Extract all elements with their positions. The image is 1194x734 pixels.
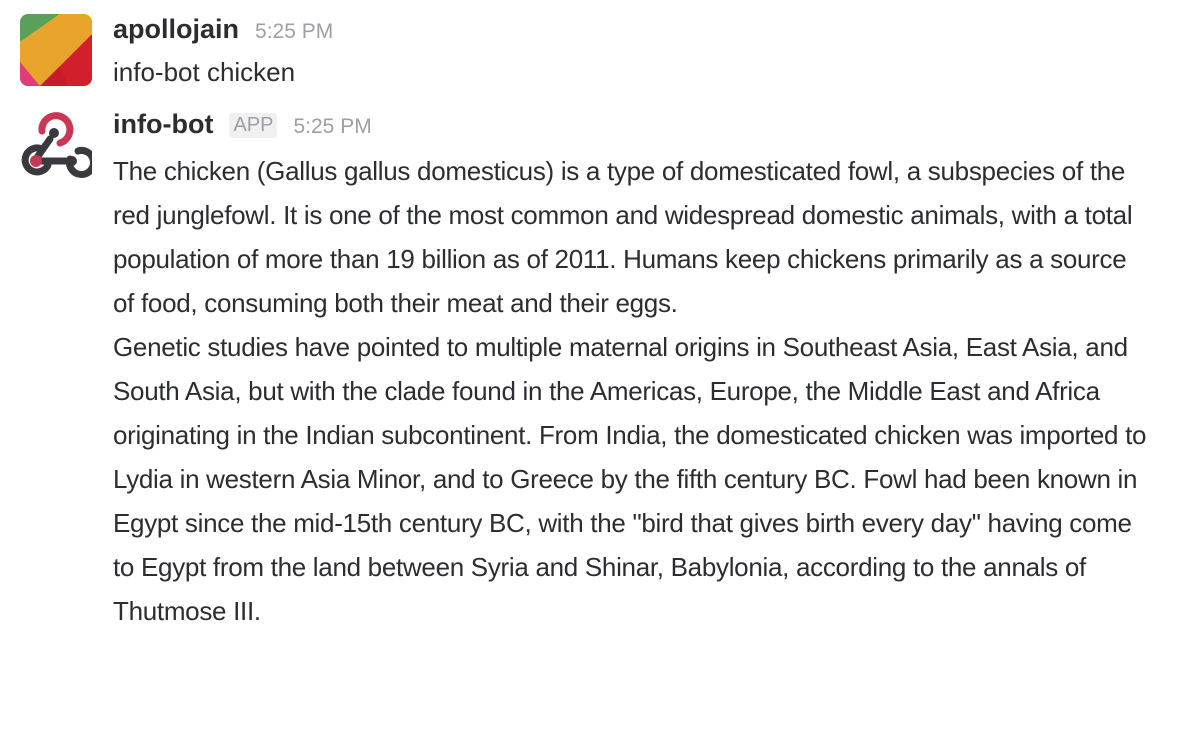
webhook-icon	[20, 109, 92, 181]
apollojain-avatar-icon	[20, 14, 92, 86]
message-body: info-bot APP 5:25 PM The chicken (Gallus…	[113, 109, 1154, 633]
app-badge: APP	[229, 113, 278, 138]
message-body: apollojain 5:25 PM info-bot chicken	[113, 14, 1154, 90]
user-avatar[interactable]	[20, 14, 92, 86]
message-header: info-bot APP 5:25 PM	[113, 109, 1154, 149]
message-paragraph: Genetic studies have pointed to multiple…	[113, 332, 1154, 626]
message-header: apollojain 5:25 PM	[113, 14, 1154, 54]
message-paragraph: The chicken (Gallus gallus domesticus) i…	[113, 156, 1140, 318]
bot-avatar[interactable]	[20, 109, 92, 181]
message-apollojain: apollojain 5:25 PM info-bot chicken	[0, 14, 1194, 94]
timestamp[interactable]: 5:25 PM	[293, 115, 371, 139]
author-name[interactable]: apollojain	[113, 14, 239, 45]
message-info-bot: info-bot APP 5:25 PM The chicken (Gallus…	[0, 109, 1194, 719]
timestamp[interactable]: 5:25 PM	[255, 20, 333, 44]
message-text: info-bot chicken	[113, 57, 296, 87]
author-name[interactable]: info-bot	[113, 109, 213, 140]
